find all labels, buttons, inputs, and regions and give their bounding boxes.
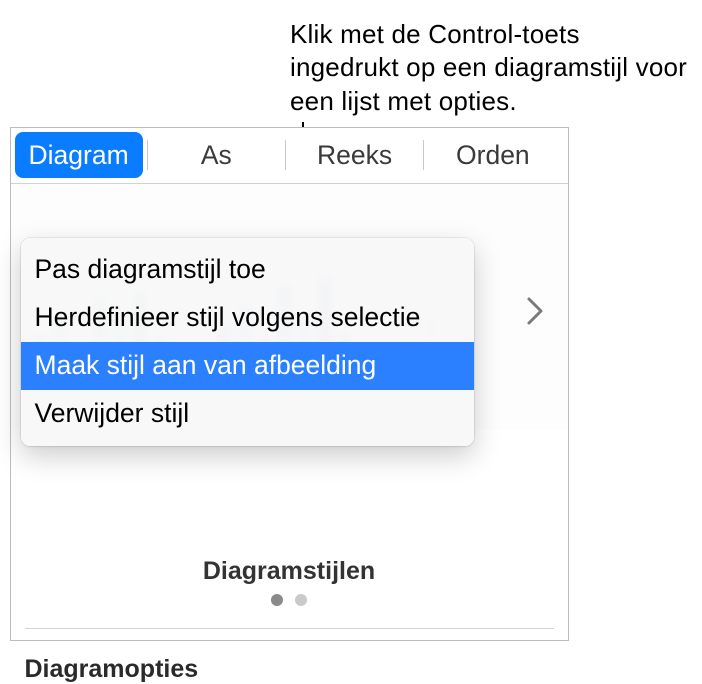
next-page-button[interactable]: [518, 294, 552, 328]
menu-item-create-style-from-image[interactable]: Maak stijl aan van afbeelding: [21, 342, 474, 390]
pager-dot[interactable]: [295, 594, 307, 606]
callout-text: Klik met de Control-toets ingedrukt op e…: [290, 18, 690, 118]
style-pager-dots: [11, 594, 568, 606]
tab-bar: Diagram As Reeks Orden: [11, 128, 568, 183]
menu-item-apply-style[interactable]: Pas diagramstijl toe: [21, 246, 474, 294]
chart-options-label: Diagramopties: [11, 629, 568, 684]
menu-item-redefine-style[interactable]: Herdefinieer stijl volgens selectie: [21, 294, 474, 342]
tab-diagram[interactable]: Diagram: [15, 132, 143, 178]
chart-styles-label: Diagramstijlen: [11, 557, 568, 586]
chevron-right-icon: [526, 296, 544, 326]
tab-reeks[interactable]: Reeks: [286, 129, 423, 182]
menu-item-delete-style[interactable]: Verwijder stijl: [21, 390, 474, 438]
inspector-panel: Diagram As Reeks Orden Pas diagramstijl: [10, 127, 569, 641]
tab-orden[interactable]: Orden: [424, 129, 567, 182]
tab-as[interactable]: As: [148, 129, 285, 182]
pager-dot[interactable]: [271, 594, 283, 606]
chart-style-context-menu: Pas diagramstijl toe Herdefinieer stijl …: [21, 238, 474, 447]
